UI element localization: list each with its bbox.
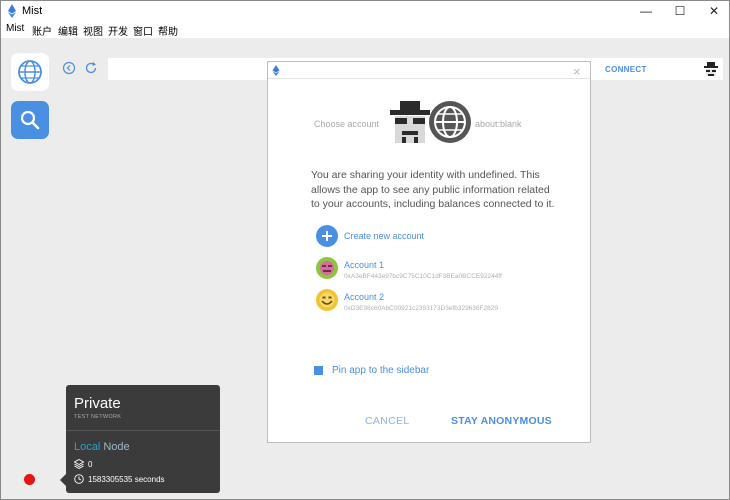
pin-sidebar-label[interactable]: Pin app to the sidebar (332, 365, 429, 376)
menu-help[interactable]: 帮助 (158, 23, 178, 38)
create-account-row[interactable]: Create new account (316, 225, 576, 251)
sidebar-item-browser[interactable] (11, 53, 49, 91)
anonymous-spy-icon[interactable] (389, 99, 431, 145)
plus-icon[interactable] (316, 225, 338, 247)
stay-anonymous-button[interactable]: STAY ANONYMOUS (451, 415, 552, 427)
account-name[interactable]: Account 2 (344, 292, 384, 302)
network-status-indicator[interactable] (24, 474, 35, 485)
clock-icon (74, 474, 84, 484)
anonymous-spy-icon[interactable] (703, 61, 719, 77)
account-row[interactable]: Account 2 0xD3E98c60AbC00921c2393173D3ef… (316, 289, 576, 315)
app-window: Mist — ☐ ✕ Mist 账户 编辑 视图 开发 窗口 帮助 CONNEC… (0, 0, 730, 500)
ethereum-logo-icon (272, 65, 280, 76)
network-panel: Private TEST NETWORK Local Node 0 158330… (66, 385, 220, 493)
cancel-button[interactable]: CANCEL (365, 415, 409, 427)
account-address: 0xD3E98c60AbC00921c2393173D3efb329636F28… (344, 305, 498, 312)
menu-develop[interactable]: 开发 (108, 23, 128, 38)
maximize-button[interactable]: ☐ (665, 1, 695, 21)
peer-count: 0 (88, 460, 93, 469)
sidebar-item-search[interactable] (11, 101, 49, 139)
close-button[interactable]: ✕ (699, 1, 729, 21)
dialog-close-icon[interactable]: × (573, 64, 581, 79)
network-subtitle: TEST NETWORK (74, 414, 122, 420)
account-avatar-icon (316, 289, 338, 311)
node-suffix-label: Node (100, 441, 130, 453)
block-time-row: 1583305535 seconds (74, 474, 165, 484)
globe-icon (429, 101, 471, 143)
window-title: Mist (22, 5, 43, 17)
panel-divider (66, 430, 220, 431)
menu-window[interactable]: 窗口 (133, 23, 153, 38)
dapp-url-label: about:blank (475, 119, 522, 129)
sharing-message: You are sharing your identity with undef… (311, 169, 555, 210)
node-local-label: Local (74, 441, 101, 453)
node-type: Local Node (74, 441, 130, 453)
account-address: 0xA3eBF443e97bc9C75C10C1dF3BEa0BCCE92244… (344, 273, 502, 280)
account-row[interactable]: Account 1 0xA3eBF443e97bc9C75C10C1dF3BEa… (316, 257, 576, 283)
sidebar (1, 38, 59, 499)
account-name[interactable]: Account 1 (344, 260, 384, 270)
menu-bar: Mist 账户 编辑 视图 开发 窗口 帮助 (1, 21, 729, 38)
reload-icon[interactable] (84, 61, 98, 75)
block-time: 1583305535 seconds (88, 475, 165, 484)
dialog-divider (268, 78, 590, 79)
layers-icon (74, 459, 84, 469)
globe-icon (18, 60, 42, 84)
minimize-button[interactable]: — (631, 1, 661, 21)
title-bar: Mist — ☐ ✕ (1, 1, 729, 21)
menu-mist[interactable]: Mist (6, 23, 24, 34)
network-name: Private (74, 395, 121, 412)
menu-edit[interactable]: 编辑 (58, 23, 78, 38)
pin-sidebar-option[interactable]: Pin app to the sidebar (314, 364, 514, 378)
back-icon[interactable] (62, 61, 76, 75)
search-icon (20, 110, 40, 130)
menu-accounts[interactable]: 账户 (32, 23, 52, 38)
menu-view[interactable]: 视图 (83, 23, 103, 38)
connect-button[interactable]: CONNECT (605, 65, 647, 74)
account-avatar-icon (316, 257, 338, 279)
create-account-link[interactable]: Create new account (344, 231, 424, 241)
ethereum-logo-icon (8, 4, 16, 18)
choose-account-label: Choose account (314, 119, 380, 129)
peer-count-row: 0 (74, 459, 92, 469)
connect-dialog: × Choose account about:blank You are sha… (267, 61, 591, 443)
pin-checkbox[interactable] (314, 366, 323, 375)
